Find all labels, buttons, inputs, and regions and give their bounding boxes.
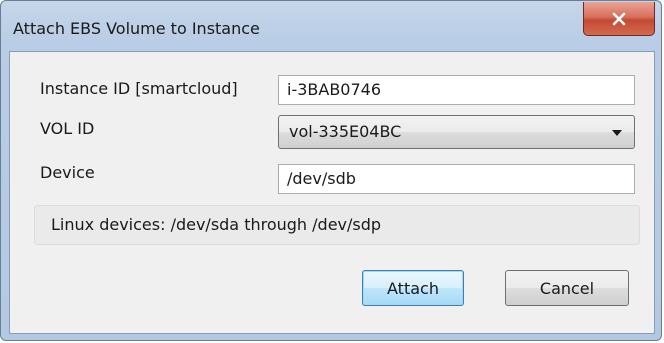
title-bar[interactable]: Attach EBS Volume to Instance (1, 1, 661, 49)
vol-id-selected-value: vol-335E04BC (289, 122, 402, 141)
close-button[interactable] (583, 2, 655, 36)
device-label: Device (40, 163, 95, 182)
instance-id-field[interactable]: i-3BAB0746 (278, 75, 635, 105)
cancel-button[interactable]: Cancel (505, 270, 629, 306)
info-panel: Linux devices: /dev/sda through /dev/sdp (34, 205, 640, 245)
vol-id-label: VOL ID (40, 119, 95, 138)
window-title: Attach EBS Volume to Instance (13, 19, 260, 38)
vol-id-select[interactable]: vol-335E04BC (278, 115, 635, 149)
attach-button[interactable]: Attach (362, 270, 464, 306)
instance-id-label: Instance ID [smartcloud] (40, 79, 238, 98)
close-icon (612, 12, 626, 25)
dialog-window: Attach EBS Volume to Instance Instance I… (0, 0, 662, 341)
chevron-down-icon (612, 130, 622, 136)
device-field[interactable]: /dev/sdb (278, 164, 635, 194)
info-text: Linux devices: /dev/sda through /dev/sdp (51, 215, 382, 234)
dialog-body: Instance ID [smartcloud] i-3BAB0746 VOL … (9, 51, 655, 334)
